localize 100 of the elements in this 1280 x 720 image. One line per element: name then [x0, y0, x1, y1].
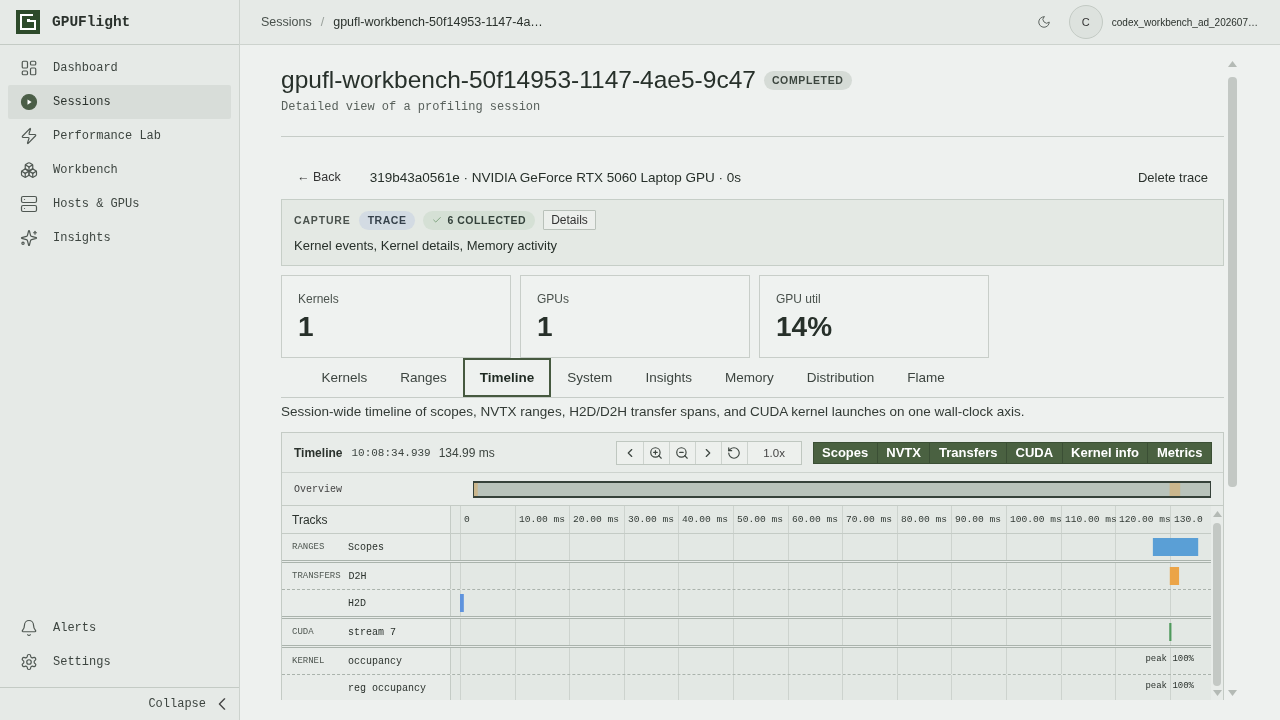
timeline-duration: 134.99 ms — [438, 445, 495, 460]
breadcrumb-current: gpufl-workbench-50f14953-1147-4a… — [333, 15, 543, 29]
stat-value: 1 — [537, 311, 554, 343]
capture-mode-badge: TRACE — [358, 210, 416, 230]
sidebar-item[interactable]: Insights — [8, 221, 231, 255]
overview-minimap[interactable] — [473, 480, 1211, 498]
track-group-label: CUDA — [292, 627, 315, 637]
overview-label: Overview — [294, 483, 343, 495]
scrollbar-thumb[interactable] — [1213, 523, 1221, 686]
tab[interactable]: Distribution — [790, 358, 891, 397]
layer-toggle[interactable]: CUDA — [1006, 442, 1062, 463]
settings-icon — [20, 653, 38, 671]
track-group-label: RANGES — [292, 542, 326, 552]
axis-tick-label: 30.00 ms — [628, 514, 675, 525]
user-name: codex_workbench_ad_202607… — [1111, 16, 1258, 28]
layer-toggle[interactable]: Metrics — [1147, 442, 1211, 463]
tab[interactable]: Timeline — [463, 358, 551, 397]
axis-tick-label: 40.00 ms — [682, 514, 729, 525]
user-avatar[interactable]: C — [1068, 5, 1103, 39]
grid-icon — [20, 59, 38, 77]
timeline-description: Session-wide timeline of scopes, NVTX ranges, H2D/D2H transfer spans, and CUDA kernel launches on one wall-clock axis. — [281, 404, 1026, 420]
span-bar[interactable] — [1169, 567, 1180, 585]
stat-label: Kernels — [298, 291, 340, 307]
lightning-icon — [20, 127, 38, 145]
sidebar-item[interactable]: Alerts — [8, 611, 231, 645]
chevron-left-icon — [217, 698, 227, 710]
scrollbar-thumb[interactable] — [1228, 77, 1237, 487]
scroll-up-arrow-icon[interactable] — [1228, 61, 1237, 67]
track-label: occupancy — [348, 655, 402, 667]
session-title: gpufl-workbench-50f14953-1147-4ae5-9c47 — [281, 66, 756, 94]
layer-toggle[interactable]: NVTX — [876, 442, 930, 463]
zoom-level: 1.0x — [746, 441, 801, 464]
delete-trace-button[interactable]: Delete trace — [1137, 169, 1208, 185]
stat-value: 14% — [776, 311, 834, 343]
track-label: H2D — [348, 597, 366, 609]
span-bar[interactable] — [1169, 623, 1172, 641]
layer-toggle[interactable]: Scopes — [813, 442, 877, 463]
zoom-out-icon — [675, 445, 690, 460]
peak-label: peak 100% — [1145, 654, 1194, 664]
trace-summary: 319b43a0561e · NVIDIA GeForce RTX 5060 Laptop GPU · 0s — [369, 169, 741, 185]
back-link[interactable]: ← Back — [297, 170, 341, 184]
bell-icon — [20, 619, 38, 637]
axis-tick-label: 70.00 ms — [846, 514, 893, 525]
reset-icon — [727, 445, 742, 460]
stat-label: GPUs — [537, 291, 570, 307]
axis-tick-label: 90.00 ms — [955, 514, 1002, 525]
cubes-icon — [20, 161, 38, 179]
layer-toggle[interactable]: Kernel info — [1061, 442, 1148, 463]
session-subtitle: Detailed view of a profiling session — [281, 99, 542, 115]
tab[interactable]: Ranges — [383, 358, 464, 397]
logo-icon — [16, 10, 40, 34]
collected-count: 6 COLLECTED — [447, 214, 527, 226]
server-icon — [20, 195, 38, 213]
axis-tick-label: 100.00 ms — [1010, 514, 1062, 525]
layer-toggle[interactable]: Transfers — [929, 442, 1006, 463]
axis-tick-label: 10.00 ms — [519, 514, 566, 525]
sidebar-item[interactable]: Performance Lab — [8, 119, 231, 153]
track-label: D2H — [348, 570, 367, 582]
play-circle-icon — [20, 93, 38, 111]
sidebar-item[interactable]: Dashboard — [8, 51, 231, 85]
collapse-button[interactable]: Collapse — [148, 697, 227, 711]
sidebar-item[interactable]: Sessions — [8, 85, 231, 119]
check-icon — [432, 215, 443, 225]
status-badge: COMPLETED — [763, 70, 852, 90]
moon-icon[interactable] — [1036, 15, 1051, 29]
span-bar[interactable] — [460, 594, 464, 612]
zoom-in-icon — [649, 445, 664, 460]
stat-value: 1 — [298, 311, 315, 343]
tab[interactable]: System — [550, 358, 629, 397]
sidebar-item[interactable]: Workbench — [8, 153, 231, 187]
tab[interactable]: Kernels — [305, 358, 384, 397]
scroll-up-arrow-icon[interactable] — [1212, 511, 1222, 517]
tab[interactable]: Flame — [890, 358, 962, 397]
details-button[interactable]: Details — [543, 210, 596, 230]
span-bar[interactable] — [1152, 538, 1199, 556]
sparkle-icon — [20, 229, 38, 247]
axis-tick-label: 50.00 ms — [737, 514, 784, 525]
breadcrumb-link[interactable]: Sessions — [261, 15, 312, 29]
track-label: reg occupancy — [348, 682, 426, 694]
peak-label: peak 100% — [1145, 681, 1194, 691]
track-group-label: KERNEL — [292, 656, 326, 666]
tab[interactable]: Memory — [708, 358, 791, 397]
breadcrumb-separator: / — [320, 15, 325, 29]
sidebar-item[interactable]: Settings — [8, 645, 231, 679]
brand-name: GPUFlight — [52, 14, 131, 30]
axis-tick-label: 0 — [464, 514, 470, 525]
capture-label: CAPTURE — [294, 214, 351, 226]
tracks-label: Tracks — [292, 512, 328, 527]
axis-tick-label: 20.00 ms — [573, 514, 620, 525]
track-group-label: TRANSFERS — [292, 571, 341, 581]
timeline-title: Timeline — [294, 445, 343, 460]
stat-label: GPU util — [776, 291, 822, 307]
capture-description: Kernel events, Kernel details, Memory activity — [294, 237, 558, 254]
axis-tick-label: 60.00 ms — [792, 514, 839, 525]
sidebar-item[interactable]: Hosts & GPUs — [8, 187, 231, 221]
timeline-start-time: 10:08:34.939 — [351, 446, 431, 459]
axis-tick-label: 120.00 ms — [1119, 514, 1171, 525]
tab[interactable]: Insights — [628, 358, 709, 397]
axis-tick-label: 110.00 ms — [1065, 514, 1117, 525]
axis-tick-label: 80.00 ms — [901, 514, 948, 525]
